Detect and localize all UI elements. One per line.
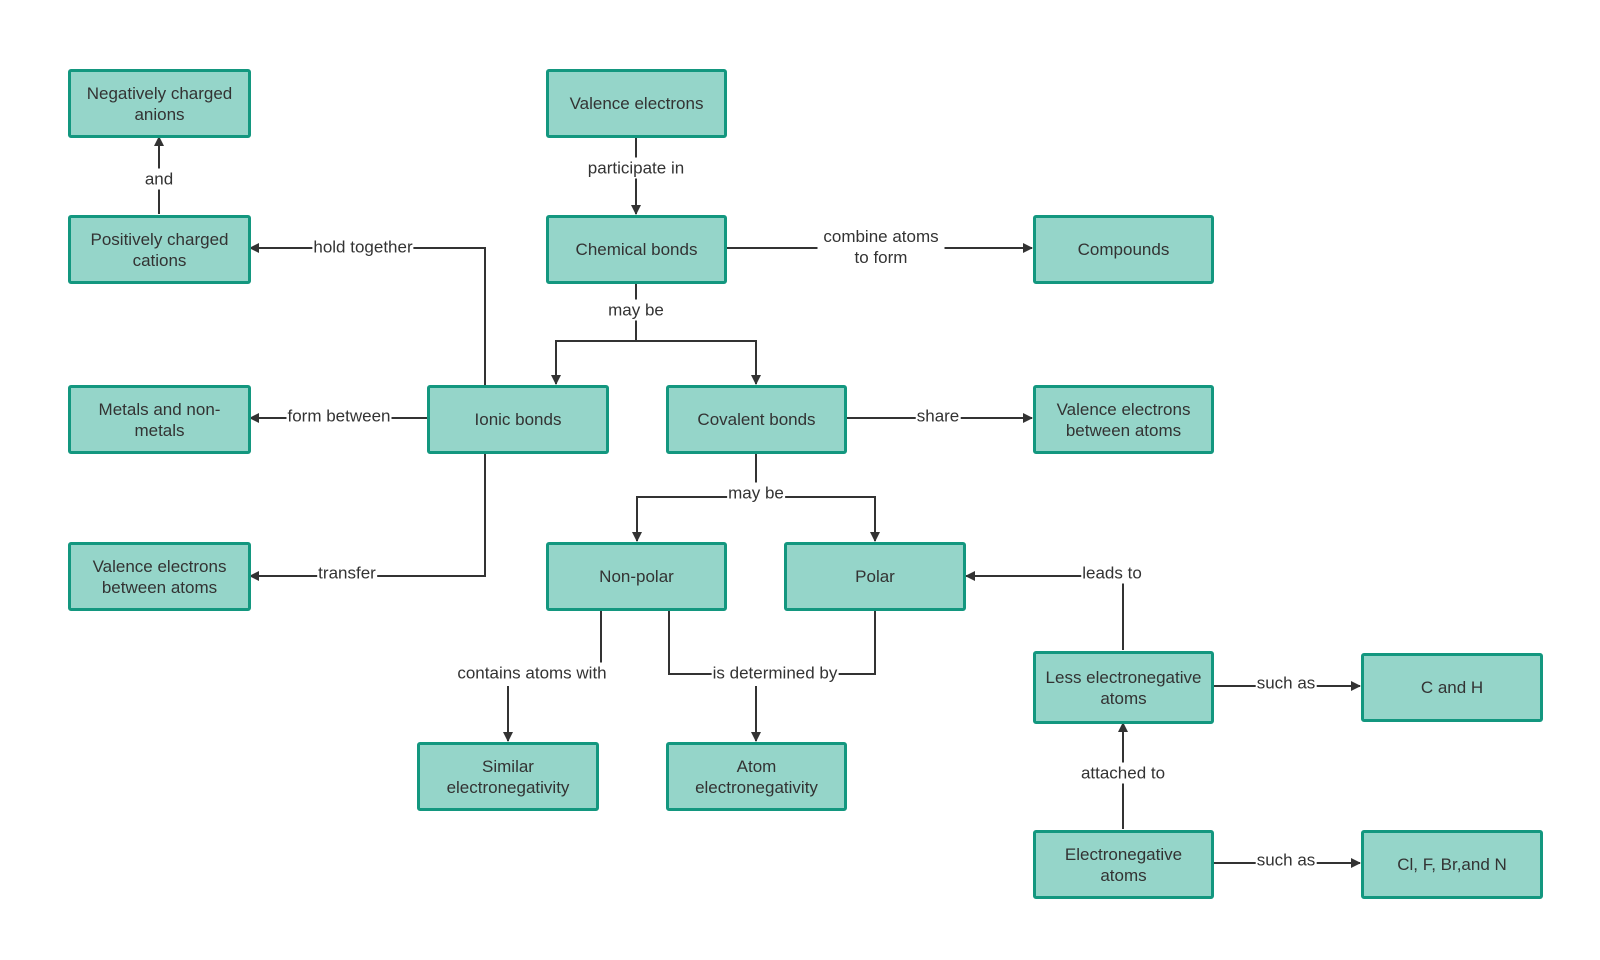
edge-leads-to bbox=[965, 571, 1124, 650]
node-non-polar[interactable]: Non-polar bbox=[546, 542, 727, 611]
node-ionic-bonds[interactable]: Ionic bonds bbox=[427, 385, 609, 454]
edge-label-may-be-1: may be bbox=[607, 299, 665, 321]
node-valence-electrons-transferred[interactable]: Valence electrons between atoms bbox=[68, 542, 251, 611]
edge-hold-together bbox=[249, 243, 486, 385]
edge-label-and: and bbox=[143, 168, 175, 190]
edge-label-such-as-2: such as bbox=[1255, 849, 1317, 871]
node-valence-electrons[interactable]: Valence electrons bbox=[546, 69, 727, 138]
edge-label-form-between: form between bbox=[286, 405, 392, 427]
node-chemical-bonds[interactable]: Chemical bonds bbox=[546, 215, 727, 284]
edge-label-participate-in: participate in bbox=[586, 157, 686, 179]
node-cl-f-br-n[interactable]: Cl, F, Br,and N bbox=[1361, 830, 1543, 899]
edge-label-combine: combine atoms to form bbox=[817, 226, 945, 268]
edge-label-leads-to: leads to bbox=[1081, 562, 1143, 584]
node-similar-electronegativity[interactable]: Similar electronegativity bbox=[417, 742, 599, 811]
edge-label-may-be-2: may be bbox=[727, 482, 785, 504]
node-valence-electrons-shared[interactable]: Valence electrons between atoms bbox=[1033, 385, 1214, 454]
node-polar[interactable]: Polar bbox=[784, 542, 966, 611]
node-electronegative-atoms[interactable]: Electronegative atoms bbox=[1033, 830, 1214, 899]
connector-layer bbox=[154, 136, 1361, 868]
node-covalent-bonds[interactable]: Covalent bonds bbox=[666, 385, 847, 454]
edge-label-determined: is determined by bbox=[711, 662, 839, 684]
edge-label-contains: contains atoms with bbox=[456, 662, 608, 684]
node-positively-charged-cations[interactable]: Positively charged cations bbox=[68, 215, 251, 284]
edge-label-share: share bbox=[915, 405, 961, 427]
edge-transfer bbox=[249, 452, 486, 581]
edge-label-hold-together: hold together bbox=[312, 236, 414, 258]
edge-label-transfer: transfer bbox=[317, 562, 377, 584]
node-compounds[interactable]: Compounds bbox=[1033, 215, 1214, 284]
node-less-electronegative-atoms[interactable]: Less electronegative atoms bbox=[1033, 651, 1214, 724]
edge-may-be-1 bbox=[555, 282, 757, 384]
node-metals-and-non-metals[interactable]: Metals and non-metals bbox=[68, 385, 251, 454]
node-atom-electronegativity[interactable]: Atom electronegativity bbox=[666, 742, 847, 811]
node-c-and-h[interactable]: C and H bbox=[1361, 653, 1543, 722]
edge-label-attached-to: attached to bbox=[1079, 762, 1167, 784]
edge-label-such-as-1: such as bbox=[1255, 672, 1317, 694]
node-negatively-charged-anions[interactable]: Negatively charged anions bbox=[68, 69, 251, 138]
